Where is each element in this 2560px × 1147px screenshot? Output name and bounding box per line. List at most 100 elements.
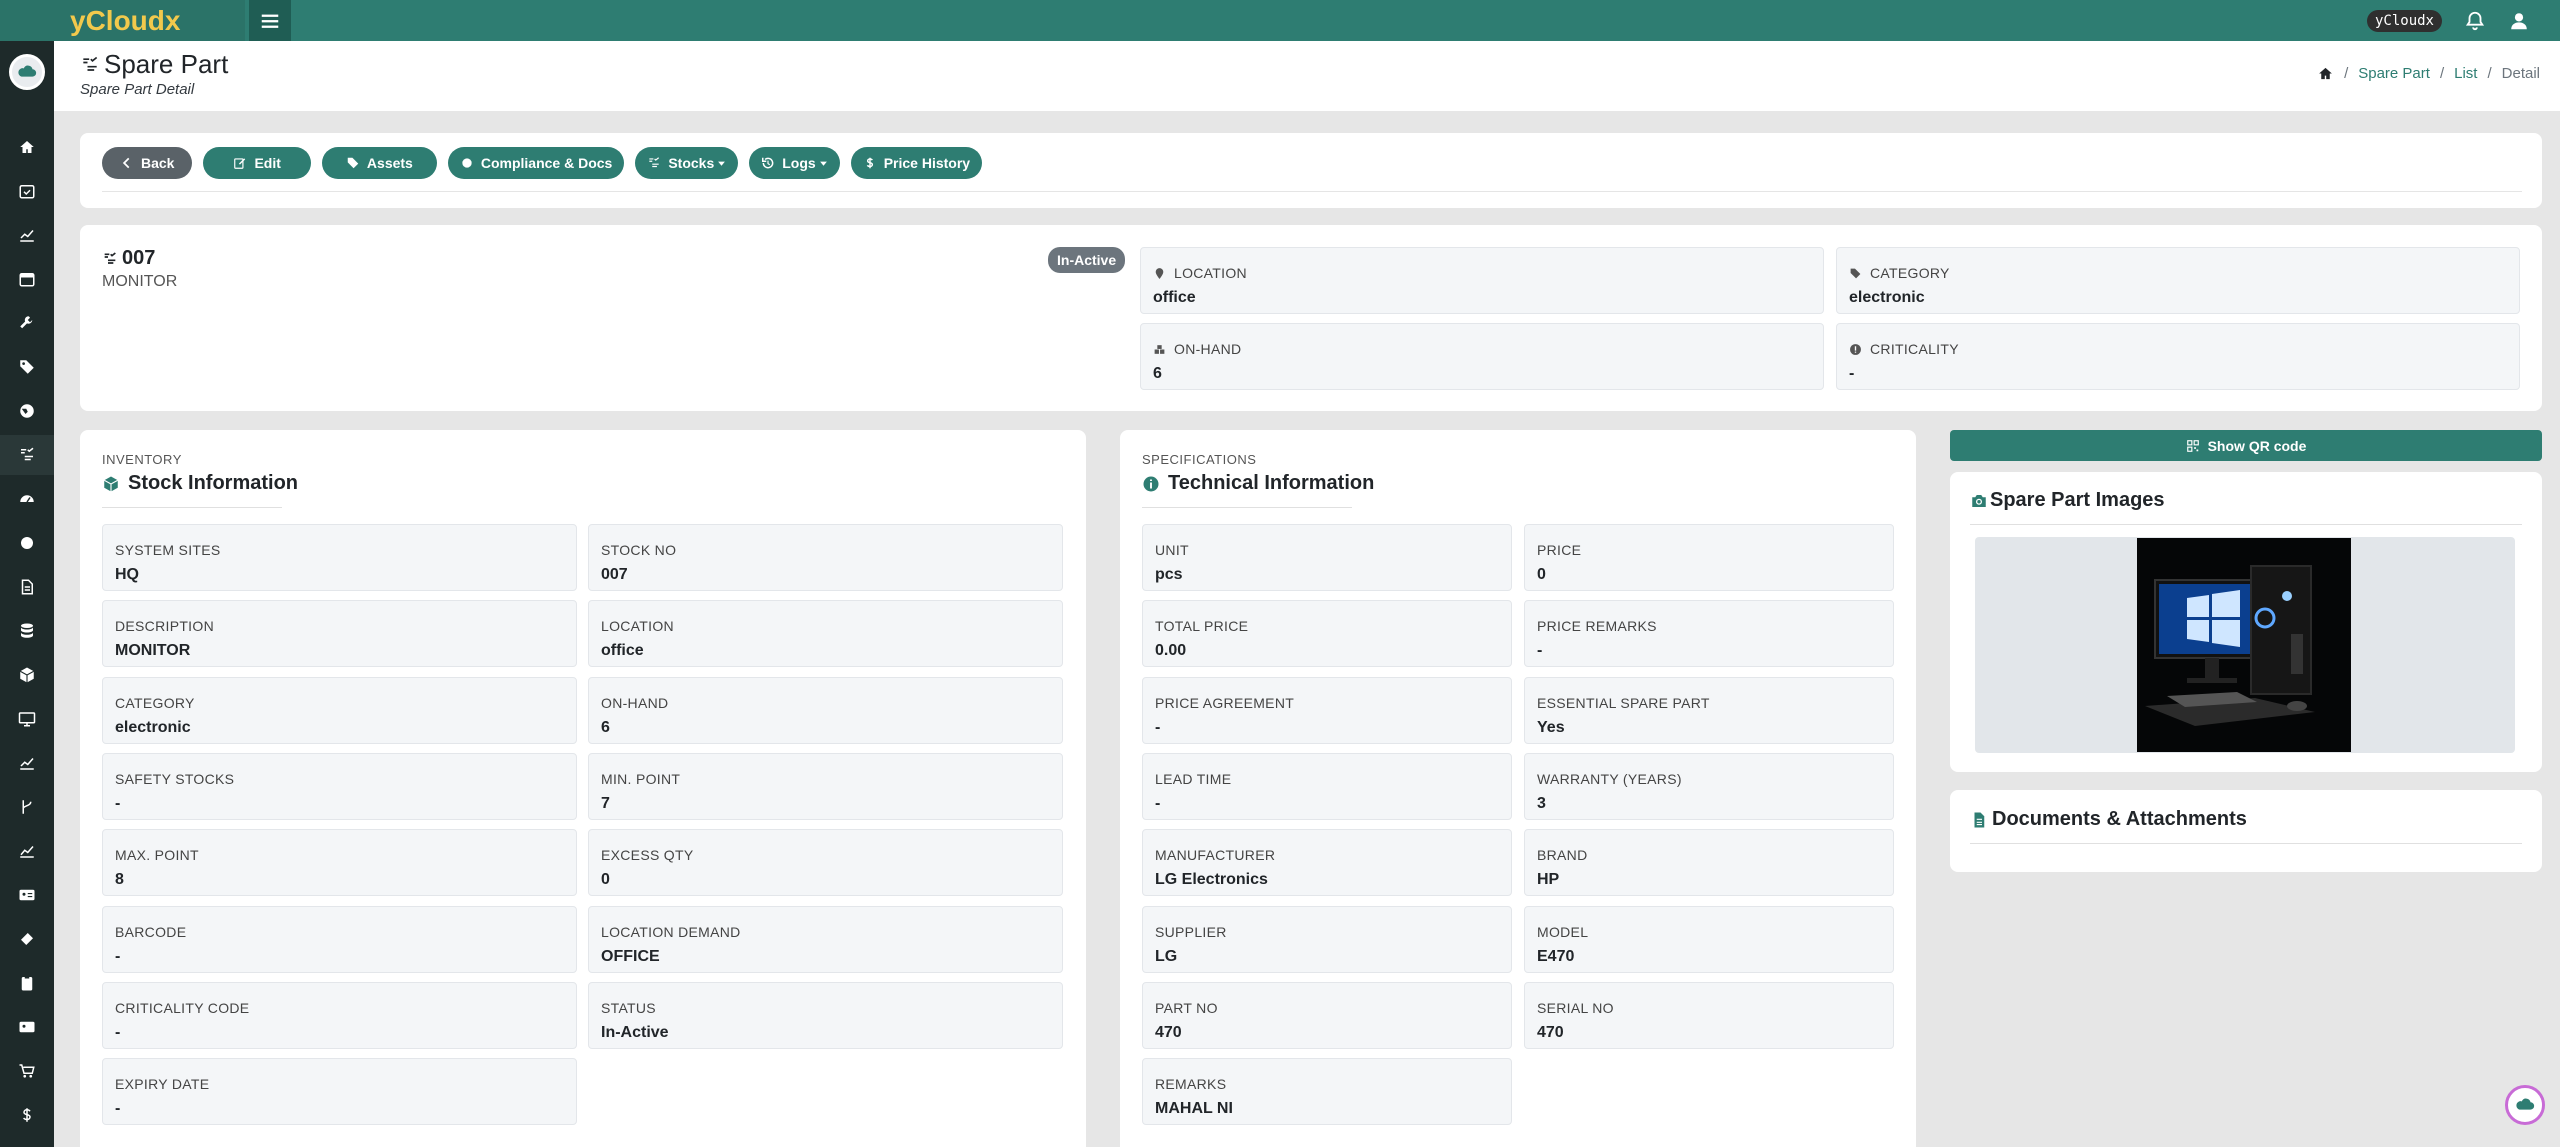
calendar-icon[interactable] (0, 259, 54, 299)
field-value: 0 (1537, 566, 1546, 583)
box-icon[interactable] (0, 655, 54, 695)
cart-icon[interactable] (0, 1051, 54, 1091)
field-value: Yes (1537, 718, 1565, 736)
field-label: STOCK NO (601, 542, 677, 558)
edit-icon (234, 158, 246, 169)
field-value: - (115, 1023, 121, 1041)
chat-assistant-button[interactable] (2505, 1085, 2545, 1125)
toolbar-divider (102, 191, 2522, 192)
technical-field-model: MODEL E470 (1524, 905, 1894, 973)
field-value: office (601, 642, 644, 660)
stocks-dropdown-button[interactable]: Stocks (635, 147, 739, 179)
bell-icon[interactable] (2464, 10, 2486, 32)
monitor-icon[interactable] (0, 699, 54, 739)
contact-card-icon[interactable] (0, 1007, 54, 1047)
breadcrumb: / Spare Part / List / Detail (2317, 65, 2540, 82)
user-icon[interactable] (2508, 10, 2530, 32)
field-value: 0.00 (1155, 642, 1187, 660)
chart-area-icon[interactable] (0, 831, 54, 871)
document-icon[interactable] (0, 567, 54, 607)
inventory-field-criticality-code: CRITICALITY CODE - (102, 981, 577, 1049)
inventory-field-on-hand: ON-HAND 6 (588, 676, 1063, 744)
back-button[interactable]: Back (102, 147, 193, 179)
technical-field-essential-spare-part: ESSENTIAL SPARE PART Yes (1524, 676, 1894, 744)
caret-down-icon (718, 161, 726, 166)
branch-icon[interactable] (0, 787, 54, 827)
brand[interactable]: yCloudx (0, 0, 245, 41)
field-label: CRITICALITY CODE (115, 999, 250, 1016)
circle-icon[interactable] (0, 523, 54, 563)
database-icon[interactable] (0, 611, 54, 651)
field-label: SYSTEM SITES (115, 542, 221, 558)
inventory-field-category: CATEGORY electronic (102, 676, 577, 744)
stock-information-panel: INVENTORY Stock Information SYSTEM SITES… (80, 430, 1086, 1147)
inventory-field-system-sites: SYSTEM SITES HQ (102, 524, 577, 591)
field-label: BARCODE (115, 923, 187, 940)
summary-id: 007 (102, 247, 155, 270)
show-qr-code-button[interactable]: Show QR code (1950, 430, 2542, 461)
wrench-icon[interactable] (0, 303, 54, 343)
sidebar-logo[interactable] (9, 54, 45, 90)
id-card-icon[interactable] (0, 875, 54, 915)
field-value: 470 (1537, 1023, 1564, 1041)
field-label: EXPIRY DATE (115, 1076, 210, 1093)
globe-icon[interactable] (0, 391, 54, 431)
breadcrumb-spare-part[interactable]: Spare Part (2358, 65, 2430, 82)
chart-line-icon-2[interactable] (0, 743, 54, 783)
summary-criticality: CRITICALITY - (1836, 323, 2520, 390)
chart-line-icon[interactable] (0, 215, 54, 255)
technical-field-unit: UNIT pcs (1142, 524, 1512, 591)
map-pin-icon (1155, 267, 1164, 279)
field-label: UNIT (1155, 542, 1189, 558)
inventory-field-min-point: MIN. POINT 7 (588, 752, 1063, 820)
home-icon[interactable] (2317, 65, 2334, 82)
field-value: OFFICE (601, 947, 660, 965)
technical-field-serial-no: SERIAL NO 470 (1524, 981, 1894, 1049)
price-history-button[interactable]: Price History (850, 147, 983, 179)
compliance-docs-button[interactable]: Compliance & Docs (447, 147, 625, 179)
field-value: 0 (601, 871, 610, 889)
page-header: Spare Part Spare Part Detail / Spare Par… (54, 41, 2560, 111)
calendar-check-icon[interactable] (0, 171, 54, 211)
home-icon[interactable] (0, 127, 54, 167)
breadcrumb-list[interactable]: List (2454, 65, 2477, 82)
field-label: SAFETY STOCKS (115, 770, 235, 787)
clipboard-icon[interactable] (0, 963, 54, 1003)
chevron-left-icon (122, 157, 130, 169)
field-label: PRICE AGREEMENT (1155, 694, 1295, 711)
brand-logo-text: yCloudx (70, 4, 181, 36)
menu-toggle-button[interactable] (249, 0, 291, 41)
breadcrumb-detail: Detail (2501, 65, 2540, 82)
computer-image-icon (2137, 538, 2351, 752)
field-value: In-Active (601, 1023, 669, 1041)
logs-dropdown-button[interactable]: Logs (749, 147, 840, 179)
field-label: ESSENTIAL SPARE PART (1537, 694, 1710, 711)
summary-category: CATEGORY electronic (1836, 247, 2520, 314)
field-value: 470 (1155, 1023, 1182, 1041)
document-icon (1974, 812, 1985, 827)
inventory-field-status: STATUS In-Active (588, 981, 1063, 1049)
field-value: - (115, 1100, 121, 1118)
tag-icon[interactable] (0, 347, 54, 387)
inventory-overline: INVENTORY (102, 452, 182, 467)
user-chip[interactable]: yCloudx (2366, 9, 2442, 32)
field-label: EXCESS QTY (601, 847, 694, 864)
field-label: MAX. POINT (115, 847, 199, 864)
technical-field-part-no: PART NO 470 (1142, 981, 1512, 1049)
ticket-icon[interactable] (0, 919, 54, 959)
field-label: SERIAL NO (1537, 999, 1614, 1016)
field-label: WARRANTY (YEARS) (1537, 770, 1682, 787)
assets-button[interactable]: Assets (321, 147, 437, 179)
dollar-icon[interactable] (0, 1095, 54, 1135)
spare-part-icon[interactable] (0, 435, 54, 475)
dashboard-icon[interactable] (0, 479, 54, 519)
spare-part-image[interactable] (2137, 538, 2351, 752)
action-toolbar: Back Edit Assets Compliance & Docs Stock… (80, 133, 2542, 208)
spare-part-images-title: Spare Part Images (1970, 489, 2165, 512)
edit-button[interactable]: Edit (203, 147, 311, 179)
spare-part-icon (83, 56, 98, 71)
field-value: - (1537, 642, 1543, 660)
technical-field-remarks: REMARKS MAHAL NI (1142, 1058, 1512, 1126)
inventory-field-description: DESCRIPTION MONITOR (102, 600, 577, 668)
field-label: BRAND (1537, 847, 1588, 864)
